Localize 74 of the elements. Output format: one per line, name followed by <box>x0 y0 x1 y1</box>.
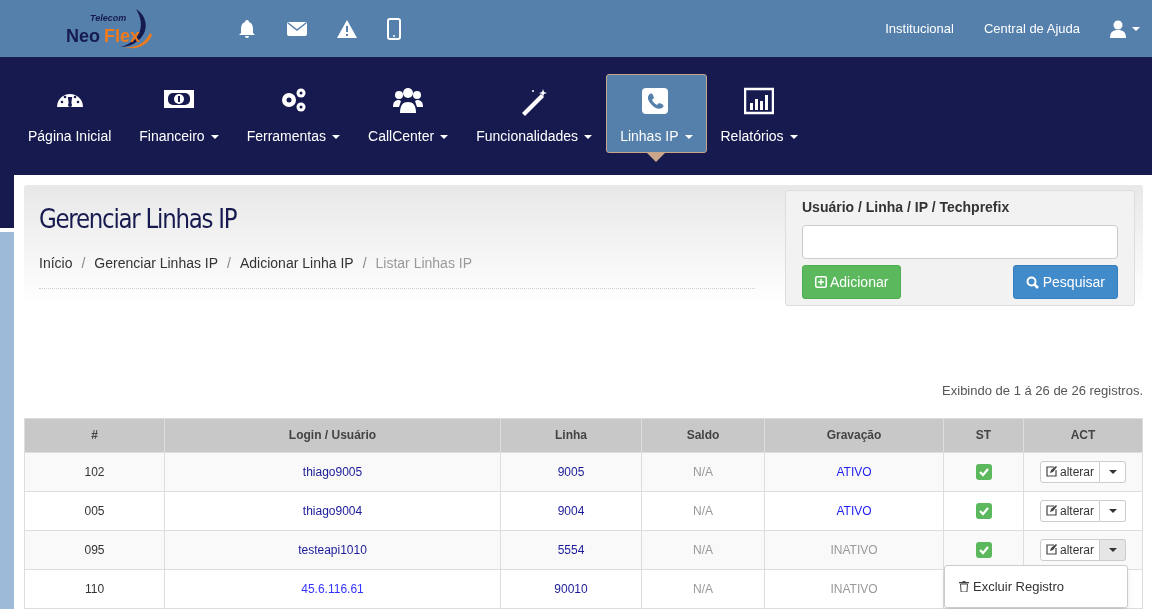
caret-icon <box>1132 26 1140 31</box>
page-title: Gerenciar Linhas IP <box>39 203 238 235</box>
table-cell: N/A <box>641 530 765 569</box>
column-header: Login / Usuário <box>164 418 501 452</box>
nav-tab[interactable]: Página Inicial <box>14 74 126 153</box>
column-header: Gravação <box>764 418 944 452</box>
logo[interactable]: Telecom Neo Flex <box>66 6 158 51</box>
edit-icon <box>1046 505 1057 516</box>
table-cell: N/A <box>641 569 765 608</box>
caret-icon <box>1108 508 1117 513</box>
search-input[interactable] <box>802 225 1118 259</box>
caret-icon <box>1108 547 1117 552</box>
breadcrumb-separator: / <box>80 254 87 273</box>
line-link[interactable]: 5554 <box>557 542 585 557</box>
login-link[interactable]: thiago9004 <box>302 503 363 518</box>
breadcrumb-separator: / <box>226 254 232 273</box>
nav-tab[interactable]: Ferramentas <box>232 74 354 153</box>
column-header: Linha <box>500 418 642 452</box>
caret-icon <box>1108 469 1117 474</box>
edit-button[interactable]: alterar <box>1040 499 1100 522</box>
column-header: ST <box>943 418 1024 452</box>
table-cell: 005 <box>24 491 165 530</box>
dropdown-toggle[interactable] <box>1100 499 1126 522</box>
breadcrumb-link[interactable]: Gerenciar Linhas IP <box>94 253 219 274</box>
user-icon <box>1110 19 1126 38</box>
nav-tab[interactable]: Financeiro <box>125 74 233 153</box>
breadcrumb-link[interactable]: Início <box>39 253 73 274</box>
nav-tab[interactable]: Funcionalidades <box>462 74 607 153</box>
pointer-icon <box>647 153 666 162</box>
table-cell: 102 <box>24 452 165 491</box>
records-summary: Exibindo de 1 á 26 de 26 registros. <box>942 382 1143 400</box>
table-cell: 110 <box>24 569 165 608</box>
line-link[interactable]: 9004 <box>557 503 585 518</box>
column-header: Saldo <box>641 418 765 452</box>
login-link[interactable]: thiago9005 <box>302 464 363 479</box>
trash-icon <box>959 580 969 592</box>
breadcrumb-current: Listar Linhas IP <box>375 254 472 273</box>
bar-chart-icon <box>744 87 774 116</box>
nav-tab[interactable]: CallCenter <box>354 74 463 153</box>
table-cell: N/A <box>641 452 765 491</box>
envelope-icon <box>287 20 307 37</box>
recording-status: ATIVO <box>836 464 872 479</box>
login-link[interactable]: 45.6.116.61 <box>301 581 364 596</box>
top-nav-link[interactable]: Institucional <box>885 18 954 39</box>
search-button[interactable]: Pesquisar <box>1012 265 1118 299</box>
bell-icon <box>237 18 257 39</box>
nav-tab[interactable]: Relatórios <box>706 74 812 153</box>
search-label: Usuário / Linha / IP / Techprefix <box>802 198 1011 217</box>
warning-icon <box>337 19 357 38</box>
edit-icon <box>1046 544 1057 555</box>
table-cell: 095 <box>24 530 165 569</box>
line-link[interactable]: 90010 <box>554 581 588 596</box>
top-nav-link[interactable]: Central de Ajuda <box>983 18 1080 39</box>
recording-status: ATIVO <box>836 503 872 518</box>
recording-status: INATIVO <box>830 542 878 557</box>
table-cell: N/A <box>641 491 765 530</box>
column-header: ACT <box>1023 418 1143 452</box>
login-link[interactable]: testeapi1010 <box>298 542 367 557</box>
dropdown-toggle[interactable] <box>1100 538 1126 561</box>
breadcrumb-link[interactable]: Adicionar Linha IP <box>240 253 354 274</box>
dropdown-toggle[interactable] <box>1100 460 1126 483</box>
edit-icon <box>1046 466 1057 477</box>
plus-square-icon <box>815 276 827 288</box>
recording-status: INATIVO <box>830 581 878 596</box>
line-link[interactable]: 9005 <box>557 464 585 479</box>
search-icon <box>1025 275 1039 289</box>
user-menu-button[interactable] <box>1110 19 1140 38</box>
edit-button[interactable]: alterar <box>1040 460 1100 483</box>
users-icon <box>393 87 424 116</box>
column-header: # <box>24 418 165 452</box>
menu-item[interactable]: Excluir Registro <box>945 570 1127 602</box>
mobile-phone-icon <box>387 17 401 40</box>
edit-button[interactable]: alterar <box>1040 538 1100 561</box>
breadcrumb-separator: / <box>361 254 368 273</box>
